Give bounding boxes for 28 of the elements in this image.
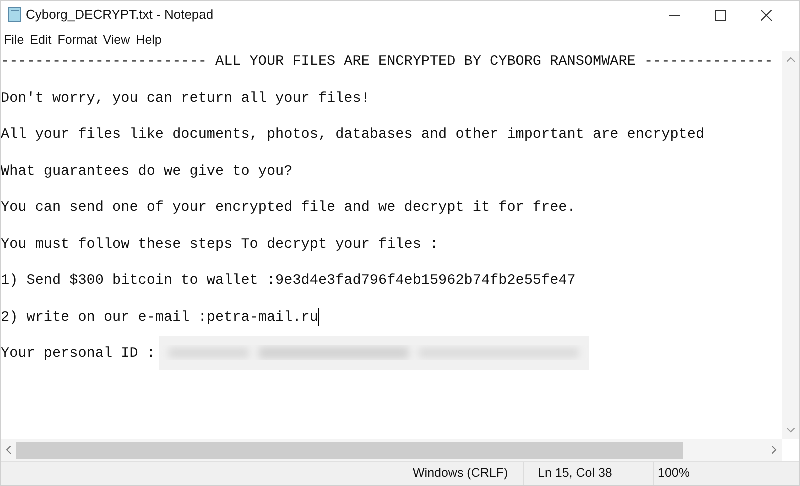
menu-item[interactable]: File	[1, 30, 28, 50]
horizontal-scrollbar-thumb[interactable]	[16, 442, 683, 458]
notepad-icon	[7, 7, 23, 23]
menu-item[interactable]: View	[100, 30, 134, 50]
text-line: ------------------------ ALL YOUR FILES ARE ENCRYPTED BY CYBORG RANSOMWARE ---------------	[1, 53, 774, 72]
status-text: 100%	[658, 465, 690, 482]
menu-item[interactable]: Edit	[27, 30, 55, 50]
text-line: 1) Send $300 bitcoin to wallet :9e3d4e3fad796f4eb15962b74fb2e55fe47	[1, 272, 576, 291]
menu-item[interactable]: Help	[133, 30, 165, 50]
maximize-icon	[714, 10, 726, 20]
text-line: All your files like documents, photos, databases and other important are encrypted	[1, 126, 705, 145]
minimize-icon	[668, 14, 680, 16]
window-title: Cyborg_DECRYPT.txt - Notepad	[26, 6, 214, 24]
status-text: Ln 15, Col 38	[538, 465, 612, 482]
scroll-right-icon[interactable]	[772, 446, 777, 454]
text-line: Your personal ID :	[1, 345, 156, 364]
scroll-down-icon	[786, 428, 794, 433]
text-line: What guarantees do we give to you?	[1, 162, 293, 182]
scroll-up-icon	[786, 57, 794, 62]
menu-item[interactable]: Format	[54, 30, 100, 50]
close-icon	[760, 10, 772, 20]
scroll-left-icon[interactable]	[6, 446, 11, 454]
text-line: You must follow these steps To decrypt your files :	[1, 236, 439, 254]
text-line: 2) write on our e-mail :petra-mail.ru	[1, 308, 318, 328]
text-line: You can send one of your encrypted file and we decrypt it for free.	[1, 199, 576, 218]
text-line: Don't worry, you can return all your files!	[1, 90, 370, 108]
vertical-scrollbar[interactable]	[782, 51, 799, 439]
status-text: Windows (CRLF)	[413, 465, 508, 482]
